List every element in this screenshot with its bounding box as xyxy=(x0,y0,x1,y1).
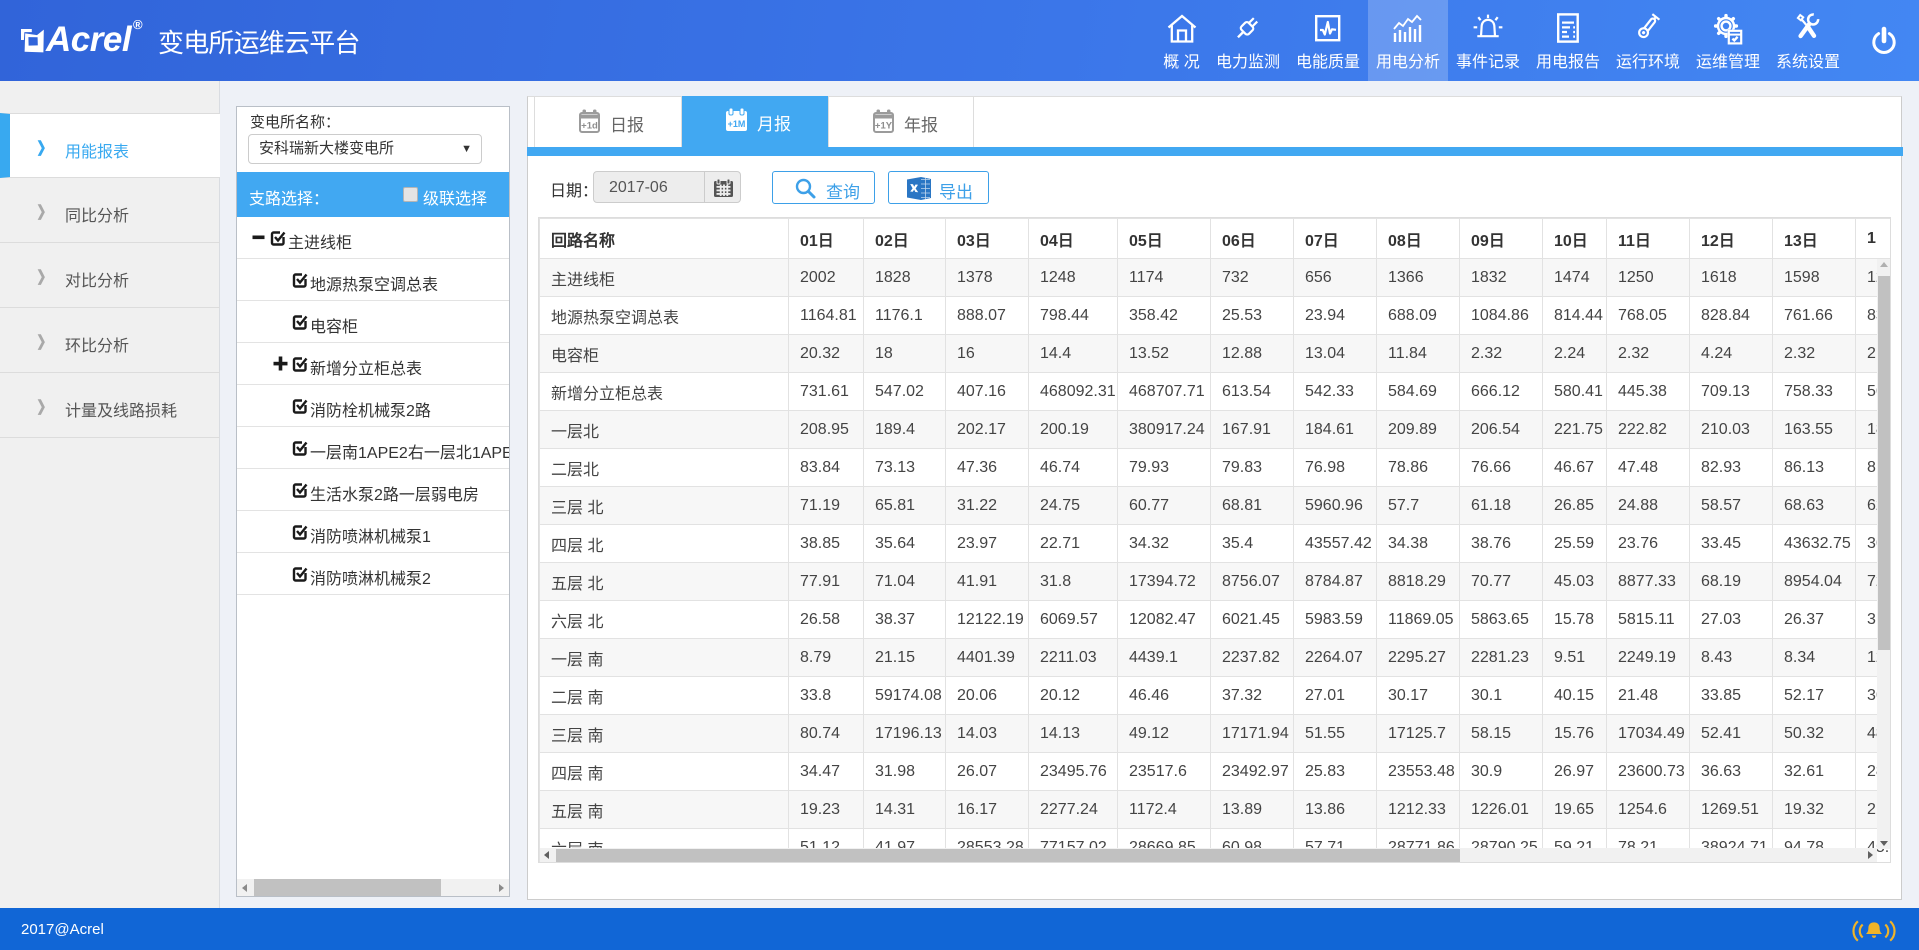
svg-text:+1d: +1d xyxy=(581,121,598,132)
svg-text:+1Y: +1Y xyxy=(875,121,893,132)
svg-text:+1M: +1M xyxy=(728,119,746,129)
